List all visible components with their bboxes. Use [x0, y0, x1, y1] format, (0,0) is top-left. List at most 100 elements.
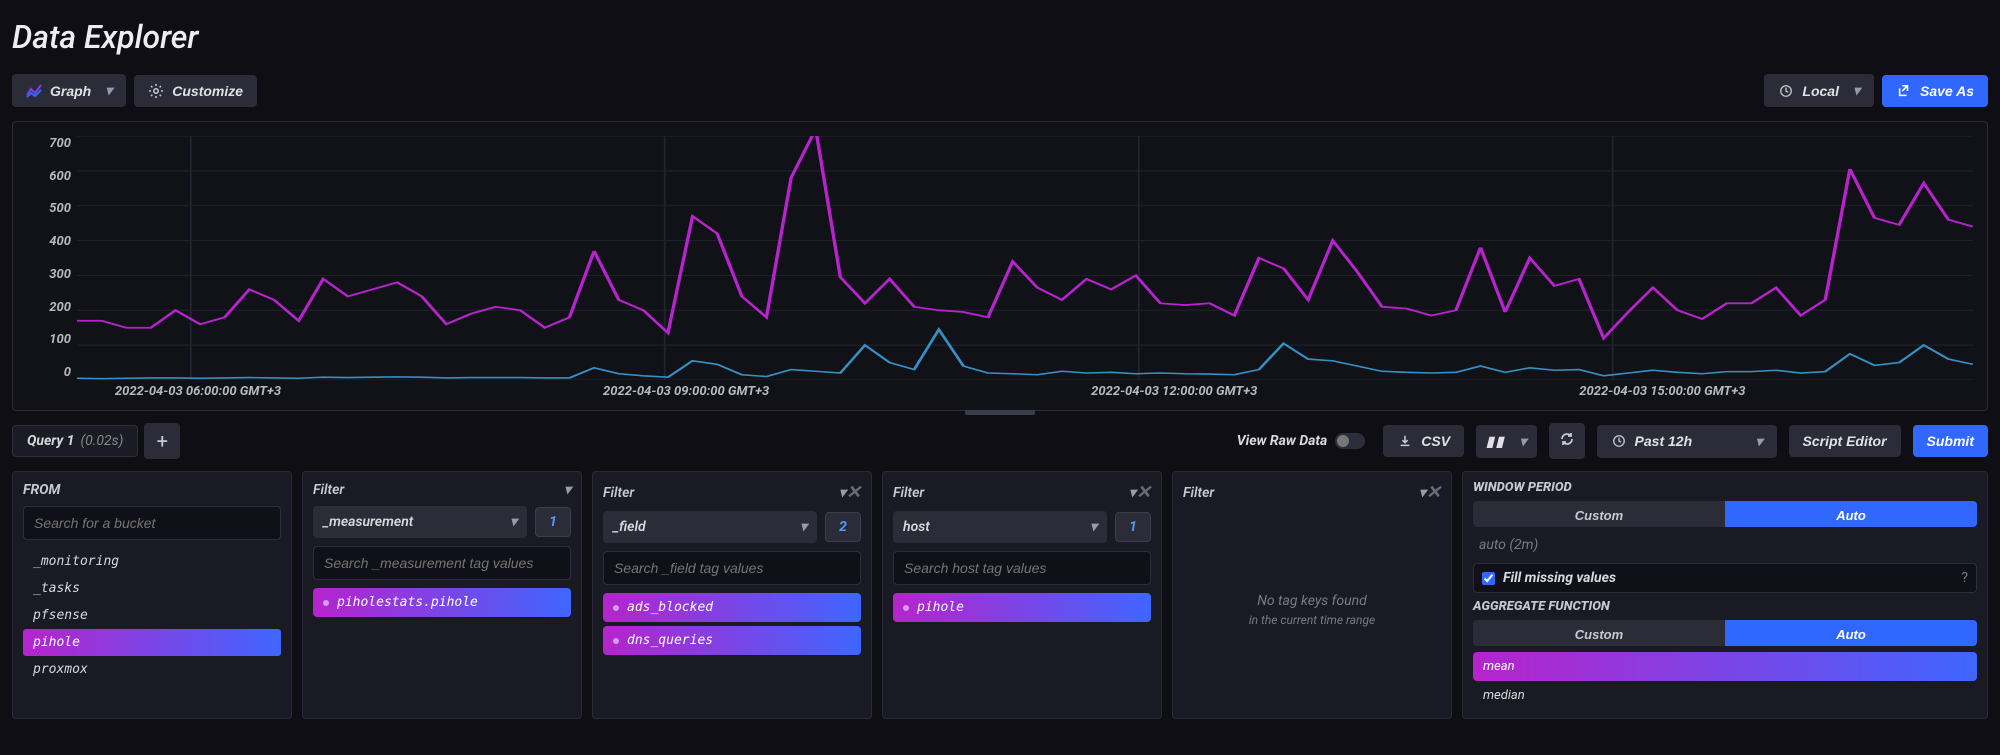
filter-type-dropdown[interactable]: Filter	[603, 485, 846, 501]
agg-auto-button[interactable]: Auto	[1725, 620, 1977, 646]
query-tab-timing: (0.02s)	[80, 433, 123, 449]
close-icon[interactable]: ✕	[1426, 482, 1441, 503]
filter-header: Filter✕	[893, 482, 1151, 503]
tag-count-badge: 1	[1115, 512, 1151, 542]
tag-value-item[interactable]: piholestats.pihole	[313, 588, 571, 617]
aggregate-function-item[interactable]: median	[1473, 681, 1977, 710]
refresh-interval-dropdown[interactable]: ▮▮	[1476, 425, 1536, 458]
tag-value-item[interactable]: pihole	[893, 593, 1151, 622]
query-builder: FROM _monitoring_taskspfsensepiholeproxm…	[0, 465, 2000, 725]
tag-key-dropdown[interactable]: _measurement	[313, 506, 527, 538]
pause-icon: ▮▮	[1486, 433, 1505, 450]
toggle-track	[1335, 433, 1365, 449]
close-icon[interactable]: ✕	[846, 482, 861, 503]
top-toolbar: Graph Customize Local Save As	[0, 66, 2000, 115]
chart-icon	[26, 83, 42, 99]
query-tab[interactable]: Query 1 (0.02s)	[12, 425, 138, 457]
tag-value-item[interactable]: dns_queries	[603, 626, 861, 655]
fill-missing-row[interactable]: Fill missing values ?	[1473, 563, 1977, 593]
view-raw-label: View Raw Data	[1237, 433, 1328, 449]
view-raw-data-toggle[interactable]: View Raw Data	[1235, 429, 1368, 453]
chevron-down-icon	[1514, 433, 1527, 450]
bucket-item[interactable]: pfsense	[23, 602, 281, 629]
bucket-item[interactable]: pihole	[23, 629, 281, 656]
page-title: Data Explorer	[0, 0, 2000, 66]
agg-custom-button[interactable]: Custom	[1473, 620, 1725, 646]
tag-value-item[interactable]: ads_blocked	[603, 593, 861, 622]
add-query-button[interactable]: +	[144, 423, 180, 459]
filter-panel: Filter_measurement1piholestats.pihole	[302, 471, 582, 719]
query-toolbar: Query 1 (0.02s) + View Raw Data CSV ▮▮ P…	[0, 417, 2000, 465]
bucket-item[interactable]: _monitoring	[23, 548, 281, 575]
resize-handle[interactable]	[965, 410, 1035, 415]
filter-type-dropdown[interactable]: Filter	[313, 482, 571, 498]
filter-header: Filter	[313, 482, 571, 498]
refresh-button[interactable]	[1549, 423, 1585, 459]
aggregate-function-item[interactable]: mean	[1473, 652, 1977, 681]
tag-search-input[interactable]	[313, 546, 571, 580]
csv-button[interactable]: CSV	[1383, 425, 1464, 457]
from-header-label: FROM	[23, 482, 60, 498]
clock-icon	[1611, 433, 1627, 449]
tag-key-dropdown[interactable]: _field	[603, 511, 817, 543]
y-tick: 600	[13, 169, 71, 184]
y-tick: 200	[13, 300, 71, 315]
tag-key-dropdown[interactable]: host	[893, 511, 1107, 543]
tag-search-input[interactable]	[603, 551, 861, 585]
visualization-type-label: Graph	[50, 83, 91, 99]
x-tick: 2022-04-03 15:00:00 GMT+3	[1579, 384, 1745, 404]
filter-type-dropdown[interactable]: Filter	[893, 485, 1136, 501]
chart-panel: 700 600 500 400 300 200 100 0 2022-04-03…	[12, 121, 1988, 411]
customize-button[interactable]: Customize	[134, 75, 257, 107]
x-tick: 2022-04-03 06:00:00 GMT+3	[115, 384, 281, 404]
chart-series-line	[77, 136, 1973, 338]
bucket-list: _monitoring_taskspfsensepiholeproxmox	[23, 548, 281, 683]
time-range-label: Past 12h	[1635, 433, 1693, 449]
tag-count-badge: 2	[825, 512, 861, 542]
filter-header: Filter✕	[603, 482, 861, 503]
window-period-value: auto (2m)	[1473, 533, 1977, 557]
help-icon[interactable]: ?	[1961, 570, 1968, 586]
save-as-button[interactable]: Save As	[1882, 75, 1988, 107]
time-range-dropdown[interactable]: Past 12h	[1597, 425, 1777, 458]
timezone-dropdown[interactable]: Local	[1764, 74, 1874, 107]
visualization-type-dropdown[interactable]: Graph	[12, 74, 126, 107]
filter-panel: Filter✕ No tag keys foundin the current t…	[1172, 471, 1452, 719]
y-tick: 300	[13, 267, 71, 282]
bucket-item[interactable]: _tasks	[23, 575, 281, 602]
from-panel: FROM _monitoring_taskspfsensepiholeproxm…	[12, 471, 292, 719]
x-axis: 2022-04-03 06:00:00 GMT+3 2022-04-03 09:…	[77, 384, 1973, 404]
download-icon	[1397, 433, 1413, 449]
chevron-down-icon	[1750, 433, 1763, 450]
clock-icon	[1778, 83, 1794, 99]
refresh-icon	[1559, 431, 1575, 451]
y-tick: 400	[13, 234, 71, 249]
submit-button[interactable]: Submit	[1913, 425, 1988, 457]
tag-value-list: pihole	[893, 593, 1151, 622]
csv-label: CSV	[1421, 433, 1450, 449]
submit-label: Submit	[1927, 433, 1974, 449]
script-editor-button[interactable]: Script Editor	[1789, 425, 1901, 457]
fill-missing-checkbox[interactable]	[1482, 572, 1495, 585]
filter-header: Filter✕	[1183, 482, 1441, 503]
chart-series-line	[77, 329, 1973, 378]
export-icon	[1896, 83, 1912, 99]
y-tick: 100	[13, 332, 71, 347]
chevron-down-icon	[99, 82, 112, 99]
customize-label: Customize	[172, 83, 243, 99]
fill-missing-label: Fill missing values	[1503, 570, 1953, 586]
from-header: FROM	[23, 482, 281, 498]
close-icon[interactable]: ✕	[1136, 482, 1151, 503]
bucket-search-input[interactable]	[23, 506, 281, 540]
tag-search-input[interactable]	[893, 551, 1151, 585]
aggregate-function-list: meanmedian	[1473, 652, 1977, 710]
chart-area[interactable]	[77, 136, 1973, 380]
timezone-label: Local	[1802, 83, 1839, 99]
window-custom-button[interactable]: Custom	[1473, 501, 1725, 527]
window-auto-button[interactable]: Auto	[1725, 501, 1977, 527]
window-period-segment: Custom Auto	[1473, 501, 1977, 527]
filter-type-dropdown[interactable]: Filter	[1183, 485, 1426, 501]
bucket-item[interactable]: proxmox	[23, 656, 281, 683]
x-tick: 2022-04-03 12:00:00 GMT+3	[1091, 384, 1257, 404]
empty-state: No tag keys foundin the current time ran…	[1183, 511, 1441, 708]
